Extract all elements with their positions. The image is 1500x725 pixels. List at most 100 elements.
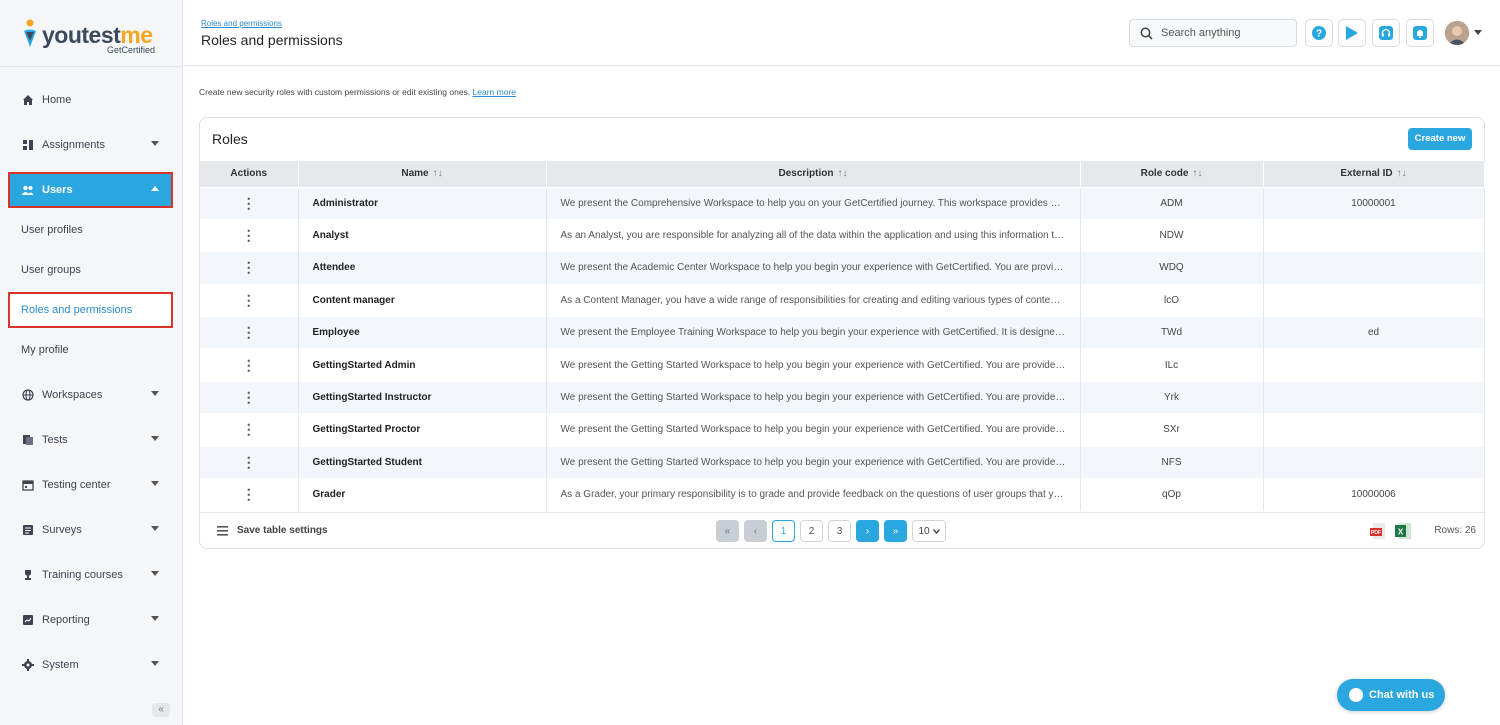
chevron-down-icon bbox=[151, 436, 159, 441]
cell-external-id bbox=[1263, 251, 1485, 285]
card-title: Roles bbox=[212, 131, 248, 147]
sidebar-subitem-user-profiles[interactable]: User profiles bbox=[10, 214, 171, 246]
tests-icon bbox=[21, 434, 34, 447]
sidebar-item-workspaces[interactable]: Workspaces bbox=[10, 379, 171, 411]
cell-role-code: TWd bbox=[1080, 316, 1264, 349]
row-actions-icon[interactable]: ⋮ bbox=[200, 251, 299, 285]
sidebar-item-testing-center[interactable]: Testing center bbox=[10, 469, 171, 501]
avatar[interactable] bbox=[1445, 21, 1469, 45]
table-row[interactable]: ⋮ Grader As a Grader, your primary respo… bbox=[200, 478, 1485, 511]
table-row[interactable]: ⋮ GettingStarted Admin We present the Ge… bbox=[200, 348, 1485, 382]
sort-icon[interactable]: ↑↓ bbox=[1397, 168, 1407, 179]
play-tutorial-button[interactable] bbox=[1338, 19, 1366, 47]
learn-more-link[interactable]: Learn more bbox=[473, 87, 516, 97]
sidebar-item-label: Workspaces bbox=[42, 389, 103, 401]
cell-description: We present the Getting Started Workspace… bbox=[546, 413, 1081, 447]
table-row[interactable]: ⋮ Administrator We present the Comprehen… bbox=[200, 186, 1485, 220]
cell-description: As an Analyst, you are responsible for a… bbox=[546, 218, 1081, 252]
survey-icon bbox=[21, 524, 34, 537]
sidebar-item-label: Assignments bbox=[42, 139, 105, 151]
search-box[interactable] bbox=[1129, 19, 1297, 47]
sidebar-subitem-user-groups[interactable]: User groups bbox=[10, 254, 171, 286]
logo[interactable]: youtestme GetCertified bbox=[22, 18, 162, 58]
cell-role-code: qOp bbox=[1080, 478, 1264, 511]
row-actions-icon[interactable]: ⋮ bbox=[200, 218, 299, 252]
sidebar-item-system[interactable]: System bbox=[10, 649, 171, 681]
row-actions-icon[interactable]: ⋮ bbox=[200, 283, 299, 317]
cell-external-id: ed bbox=[1263, 316, 1485, 349]
page-button[interactable]: 1 bbox=[772, 520, 795, 542]
col-header-role-code[interactable]: Role code ↑↓ bbox=[1080, 161, 1264, 187]
assignments-icon bbox=[21, 139, 34, 152]
notifications-button[interactable] bbox=[1406, 19, 1434, 47]
chat-with-us-button[interactable]: Chat with us bbox=[1337, 679, 1445, 711]
sort-icon[interactable]: ↑↓ bbox=[838, 168, 848, 179]
row-actions-icon[interactable]: ⋮ bbox=[200, 380, 299, 414]
cell-external-id bbox=[1263, 218, 1485, 252]
table-row[interactable]: ⋮ Analyst As an Analyst, you are respons… bbox=[200, 218, 1485, 252]
table-row[interactable]: ⋮ Employee We present the Employee Train… bbox=[200, 316, 1485, 349]
sidebar-item-home[interactable]: Home bbox=[10, 84, 171, 116]
sidebar-subitem-roles-permissions[interactable]: Roles and permissions bbox=[8, 292, 173, 328]
create-new-button[interactable]: Create new bbox=[1408, 128, 1472, 150]
page-button[interactable]: 3 bbox=[828, 520, 851, 542]
sidebar-item-surveys[interactable]: Surveys bbox=[10, 514, 171, 546]
table-row[interactable]: ⋮ Attendee We present the Academic Cente… bbox=[200, 251, 1485, 285]
pdf-export-icon[interactable]: PDF bbox=[1370, 522, 1388, 540]
table-row[interactable]: ⋮ GettingStarted Student We present the … bbox=[200, 445, 1485, 479]
home-icon bbox=[21, 94, 34, 107]
intro-text: Create new security roles with custom pe… bbox=[199, 87, 517, 97]
sidebar-item-tests[interactable]: Tests bbox=[10, 424, 171, 456]
cell-external-id: 10000006 bbox=[1263, 478, 1485, 511]
sidebar-item-training-courses[interactable]: Training courses bbox=[10, 559, 171, 591]
save-table-settings-button[interactable]: Save table settings bbox=[217, 525, 328, 536]
sidebar-item-reporting[interactable]: Reporting bbox=[10, 604, 171, 636]
sidebar-item-assignments[interactable]: Assignments bbox=[10, 129, 171, 161]
cell-external-id bbox=[1263, 413, 1485, 447]
help-button[interactable]: ? bbox=[1305, 19, 1333, 47]
page-button[interactable]: 2 bbox=[800, 520, 823, 542]
chevron-down-icon[interactable] bbox=[1474, 30, 1482, 35]
table-row[interactable]: ⋮ GettingStarted Instructor We present t… bbox=[200, 380, 1485, 414]
collapse-sidebar-button[interactable]: « bbox=[152, 703, 170, 717]
cell-description: We present the Academic Center Workspace… bbox=[546, 251, 1081, 285]
sort-icon[interactable]: ↑↓ bbox=[1192, 168, 1202, 179]
cell-description: We present the Getting Started Workspace… bbox=[546, 445, 1081, 479]
col-header-name[interactable]: Name ↑↓ bbox=[298, 161, 547, 187]
prev-page-button[interactable]: ‹ bbox=[744, 520, 767, 542]
chevron-down-icon bbox=[151, 141, 159, 146]
list-icon bbox=[217, 525, 228, 536]
chevron-down-icon bbox=[932, 528, 940, 534]
sidebar-item-label: Surveys bbox=[42, 524, 82, 536]
first-page-button[interactable]: « bbox=[716, 520, 739, 542]
sort-icon[interactable]: ↑↓ bbox=[433, 168, 443, 179]
row-actions-icon[interactable]: ⋮ bbox=[200, 445, 299, 479]
row-actions-icon[interactable]: ⋮ bbox=[200, 186, 299, 220]
row-actions-icon[interactable]: ⋮ bbox=[200, 316, 299, 349]
sidebar-item-label: Training courses bbox=[42, 569, 123, 581]
last-page-button[interactable]: » bbox=[884, 520, 907, 542]
cell-description: We present the Employee Training Workspa… bbox=[546, 316, 1081, 349]
sidebar-item-users[interactable]: Users bbox=[8, 172, 173, 208]
search-input[interactable] bbox=[1161, 27, 1281, 39]
page-size-select[interactable]: 10 bbox=[912, 520, 946, 542]
excel-export-icon[interactable]: X bbox=[1394, 522, 1412, 540]
chevron-down-icon bbox=[151, 526, 159, 531]
cell-name: GettingStarted Proctor bbox=[298, 413, 547, 447]
col-header-external-id[interactable]: External ID ↑↓ bbox=[1263, 161, 1485, 187]
next-page-button[interactable]: › bbox=[856, 520, 879, 542]
sidebar-subitem-my-profile[interactable]: My profile bbox=[10, 334, 171, 366]
headset-icon bbox=[1379, 26, 1393, 40]
table-row[interactable]: ⋮ GettingStarted Proctor We present the … bbox=[200, 413, 1485, 447]
table-row[interactable]: ⋮ Content manager As a Content Manager, … bbox=[200, 283, 1485, 317]
row-actions-icon[interactable]: ⋮ bbox=[200, 348, 299, 382]
row-actions-icon[interactable]: ⋮ bbox=[200, 413, 299, 447]
play-icon bbox=[1346, 26, 1358, 40]
users-icon bbox=[21, 184, 34, 197]
col-header-description[interactable]: Description ↑↓ bbox=[546, 161, 1081, 187]
chat-icon bbox=[1349, 688, 1363, 702]
table-header-row: Actions Name ↑↓ Description ↑↓ Role code ↑↓… bbox=[200, 161, 1485, 187]
breadcrumb[interactable]: Roles and permissions bbox=[201, 19, 282, 28]
support-button[interactable] bbox=[1372, 19, 1400, 47]
row-actions-icon[interactable]: ⋮ bbox=[200, 478, 299, 511]
